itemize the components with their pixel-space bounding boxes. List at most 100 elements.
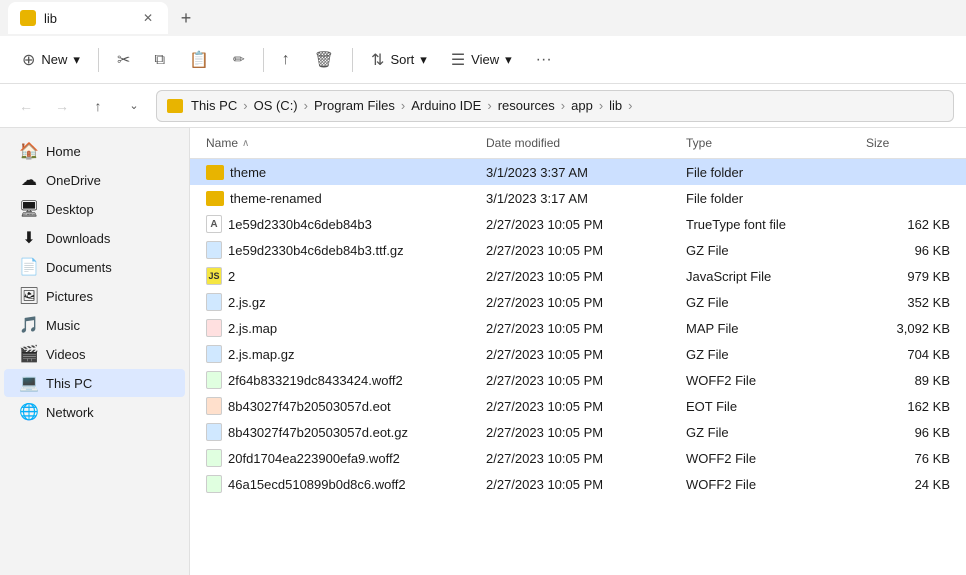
new-button[interactable]: ⊕ New ▾ [12, 44, 90, 76]
sidebar-label-thispc: This PC [46, 376, 173, 391]
col-size[interactable]: Size [858, 132, 958, 154]
file-type-2js-gz: GZ File [678, 293, 858, 312]
sidebar-item-pictures[interactable]: 🖼 Pictures 📌 [4, 282, 185, 310]
sidebar-item-videos[interactable]: 🎬 Videos 📌 [4, 340, 185, 368]
cut-button[interactable]: ✂ [107, 44, 140, 76]
sidebar-item-music[interactable]: 🎵 Music 📌 [4, 311, 185, 339]
col-type[interactable]: Type [678, 132, 858, 154]
sidebar-item-thispc[interactable]: 💻 This PC [4, 369, 185, 397]
paste-button[interactable]: 📋 [179, 44, 219, 76]
file-row-eot-gz[interactable]: 8b43027f47b20503057d.eot.gz 2/27/2023 10… [190, 419, 966, 445]
sidebar-item-documents[interactable]: 📄 Documents 📌 [4, 253, 185, 281]
breadcrumb-osc[interactable]: OS (C:) [254, 98, 298, 113]
file-name-theme-renamed: theme-renamed [198, 189, 478, 208]
view-icon: ☰ [451, 50, 465, 70]
sort-button[interactable]: ⇅ Sort ▾ [361, 44, 437, 76]
file-row-ttf[interactable]: A 1e59d2330b4c6deb84b3 2/27/2023 10:05 P… [190, 211, 966, 237]
file-size-ttf: 162 KB [858, 215, 958, 234]
file-row-theme-renamed[interactable]: theme-renamed 3/1/2023 3:17 AM File fold… [190, 185, 966, 211]
file-row-2js[interactable]: JS 2 2/27/2023 10:05 PM JavaScript File … [190, 263, 966, 289]
music-icon: 🎵 [20, 316, 38, 334]
sidebar-label-downloads: Downloads [46, 231, 151, 246]
breadcrumb-lib[interactable]: lib [609, 98, 622, 113]
file-row-2js-map-gz[interactable]: 2.js.map.gz 2/27/2023 10:05 PM GZ File 7… [190, 341, 966, 367]
sidebar-label-music: Music [46, 318, 151, 333]
sidebar-item-network[interactable]: 🌐 Network [4, 398, 185, 426]
col-modified[interactable]: Date modified [478, 132, 678, 154]
sort-label: Sort [390, 52, 414, 67]
file-modified-ttf-gz: 2/27/2023 10:05 PM [478, 241, 678, 260]
tab-close-button[interactable]: ✕ [140, 10, 156, 26]
up-button[interactable]: ↑ [84, 92, 112, 120]
onedrive-icon: ☁ [20, 171, 38, 189]
sidebar-label-network: Network [46, 405, 173, 420]
file-row-2js-gz[interactable]: 2.js.gz 2/27/2023 10:05 PM GZ File 352 K… [190, 289, 966, 315]
file-name-eot: 8b43027f47b20503057d.eot [198, 395, 478, 417]
sidebar-item-desktop[interactable]: 🖥 Desktop 📌 [4, 195, 185, 223]
desktop-icon: 🖥 [20, 200, 38, 218]
sidebar-item-home[interactable]: 🏠 Home [4, 137, 185, 165]
back-button[interactable]: ← [12, 92, 40, 120]
file-size-2js-map: 3,092 KB [858, 319, 958, 338]
delete-icon: 🗑 [314, 50, 334, 70]
delete-button[interactable]: 🗑 [304, 44, 344, 76]
file-row-woff2-3[interactable]: 46a15ecd510899b0d8c6.woff2 2/27/2023 10:… [190, 471, 966, 497]
font-icon: A [206, 215, 222, 233]
new-icon: ⊕ [22, 50, 35, 70]
new-label: New [41, 52, 67, 67]
title-bar: lib ✕ + [0, 0, 966, 36]
sidebar-label-videos: Videos [46, 347, 151, 362]
file-type-eot: EOT File [678, 397, 858, 416]
file-modified-woff2-3: 2/27/2023 10:05 PM [478, 475, 678, 494]
view-button[interactable]: ☰ View ▾ [441, 44, 522, 76]
network-icon: 🌐 [20, 403, 38, 421]
forward-button[interactable]: → [48, 92, 76, 120]
downloads-icon: ⬇ [20, 229, 38, 247]
file-row-theme[interactable]: theme 3/1/2023 3:37 AM File folder [190, 159, 966, 185]
file-name-theme: theme [198, 163, 478, 182]
sidebar-item-onedrive[interactable]: ☁ OneDrive [4, 166, 185, 194]
breadcrumb-app[interactable]: app [571, 98, 593, 113]
breadcrumb-arduinoide[interactable]: Arduino IDE [411, 98, 481, 113]
more-button[interactable]: ··· [526, 45, 562, 75]
breadcrumb-resources[interactable]: resources [498, 98, 555, 113]
eot-icon [206, 397, 222, 415]
file-size-2js-gz: 352 KB [858, 293, 958, 312]
woff-icon [206, 475, 222, 493]
file-name-2js-map: 2.js.map [198, 317, 478, 339]
file-modified-eot-gz: 2/27/2023 10:05 PM [478, 423, 678, 442]
new-tab-button[interactable]: + [172, 4, 200, 32]
col-name[interactable]: Name ∧ [198, 132, 478, 154]
file-row-woff2-2[interactable]: 20fd1704ea223900efa9.woff2 2/27/2023 10:… [190, 445, 966, 471]
file-name-2js: JS 2 [198, 265, 478, 287]
sidebar-label-documents: Documents [46, 260, 151, 275]
thispc-icon: 💻 [20, 374, 38, 392]
file-modified-ttf: 2/27/2023 10:05 PM [478, 215, 678, 234]
rename-button[interactable]: ✏ [223, 45, 255, 74]
file-name-woff2-3: 46a15ecd510899b0d8c6.woff2 [198, 473, 478, 495]
main-layout: 🏠 Home ☁ OneDrive 🖥 Desktop 📌 ⬇ Download… [0, 128, 966, 575]
file-row-ttf-gz[interactable]: 1e59d2330b4c6deb84b3.ttf.gz 2/27/2023 10… [190, 237, 966, 263]
down-chevron-button[interactable]: ⌄ [120, 92, 148, 120]
sidebar-item-downloads[interactable]: ⬇ Downloads 📌 [4, 224, 185, 252]
breadcrumb-bar[interactable]: This PC › OS (C:) › Program Files › Ardu… [156, 90, 954, 122]
breadcrumb-thispc[interactable]: This PC [191, 98, 237, 113]
sep-1 [98, 48, 99, 72]
file-size-2js-map-gz: 704 KB [858, 345, 958, 364]
file-name-2js-gz: 2.js.gz [198, 291, 478, 313]
file-size-theme [858, 170, 958, 174]
tab-lib[interactable]: lib ✕ [8, 2, 168, 34]
breadcrumb-programfiles[interactable]: Program Files [314, 98, 395, 113]
file-type-woff2-2: WOFF2 File [678, 449, 858, 468]
file-row-eot[interactable]: 8b43027f47b20503057d.eot 2/27/2023 10:05… [190, 393, 966, 419]
copy-button[interactable]: ⧉ [144, 45, 175, 74]
share-button[interactable]: ↑ [272, 45, 300, 75]
map-icon [206, 319, 222, 337]
file-type-ttf-gz: GZ File [678, 241, 858, 260]
file-row-2js-map[interactable]: 2.js.map 2/27/2023 10:05 PM MAP File 3,0… [190, 315, 966, 341]
file-modified-2js-gz: 2/27/2023 10:05 PM [478, 293, 678, 312]
file-row-woff2-1[interactable]: 2f64b833219dc8433424.woff2 2/27/2023 10:… [190, 367, 966, 393]
woff-icon [206, 371, 222, 389]
file-size-woff2-3: 24 KB [858, 475, 958, 494]
paste-icon: 📋 [189, 50, 209, 70]
